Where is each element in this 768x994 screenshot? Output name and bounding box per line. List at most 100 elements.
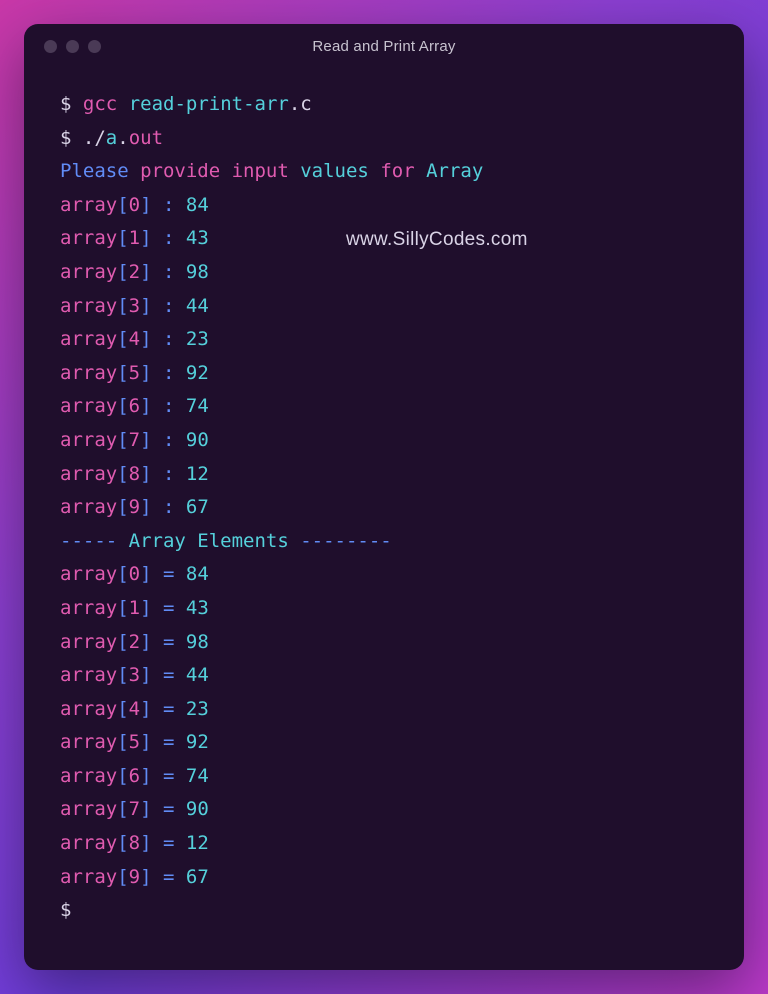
bracket-close: ] xyxy=(140,429,151,451)
window-title: Read and Print Array xyxy=(24,38,744,55)
dot-slash: ./ xyxy=(83,127,106,149)
array-keyword: array xyxy=(60,597,117,619)
array-value: 90 xyxy=(186,429,209,451)
array-index: 5 xyxy=(129,362,140,384)
command-line-2: $ ./a.out xyxy=(60,122,708,156)
bracket-open: [ xyxy=(117,597,128,619)
array-keyword: array xyxy=(60,395,117,417)
array-index: 9 xyxy=(129,866,140,888)
separator: = xyxy=(152,664,186,686)
bracket-close: ] xyxy=(140,832,151,854)
separator: : xyxy=(152,227,186,249)
array-line: array[6] = 74 xyxy=(60,760,708,794)
array-line: array[6] : 74 xyxy=(60,390,708,424)
bracket-open: [ xyxy=(117,765,128,787)
bracket-close: ] xyxy=(140,597,151,619)
separator: = xyxy=(152,832,186,854)
bracket-open: [ xyxy=(117,563,128,585)
bracket-close: ] xyxy=(140,295,151,317)
bracket-close: ] xyxy=(140,664,151,686)
bracket-open: [ xyxy=(117,295,128,317)
separator: : xyxy=(152,194,186,216)
titlebar: Read and Print Array xyxy=(24,24,744,68)
bracket-open: [ xyxy=(117,328,128,350)
array-value: 90 xyxy=(186,798,209,820)
bracket-open: [ xyxy=(117,227,128,249)
array-value: 84 xyxy=(186,563,209,585)
array-value: 98 xyxy=(186,261,209,283)
bracket-open: [ xyxy=(117,698,128,720)
bracket-close: ] xyxy=(140,328,151,350)
array-line: array[4] = 23 xyxy=(60,693,708,727)
terminal-content[interactable]: www.SillyCodes.com $ gcc read-print-arr.… xyxy=(24,68,744,970)
array-index: 6 xyxy=(129,395,140,417)
separator: = xyxy=(152,731,186,753)
array-keyword: array xyxy=(60,295,117,317)
prompt-symbol: $ xyxy=(60,127,71,149)
bracket-close: ] xyxy=(140,261,151,283)
array-line: array[2] : 98 xyxy=(60,256,708,290)
array-keyword: array xyxy=(60,631,117,653)
array-value: 74 xyxy=(186,395,209,417)
bracket-close: ] xyxy=(140,765,151,787)
array-index: 3 xyxy=(129,664,140,686)
maximize-icon[interactable] xyxy=(88,40,101,53)
close-icon[interactable] xyxy=(44,40,57,53)
array-line: array[8] : 12 xyxy=(60,458,708,492)
array-index: 4 xyxy=(129,698,140,720)
array-value: 23 xyxy=(186,698,209,720)
minimize-icon[interactable] xyxy=(66,40,79,53)
array-keyword: array xyxy=(60,765,117,787)
array-keyword: array xyxy=(60,866,117,888)
separator: = xyxy=(152,563,186,585)
array-line: array[9] : 67 xyxy=(60,491,708,525)
array-value: 98 xyxy=(186,631,209,653)
watermark-text: www.SillyCodes.com xyxy=(346,223,528,257)
separator: : xyxy=(152,463,186,485)
array-value: 44 xyxy=(186,664,209,686)
divider-line: ----- Array Elements -------- xyxy=(60,525,708,559)
separator: = xyxy=(152,765,186,787)
bracket-close: ] xyxy=(140,798,151,820)
prompt-symbol: $ xyxy=(60,899,71,921)
prompt-symbol: $ xyxy=(60,93,71,115)
array-keyword: array xyxy=(60,698,117,720)
array-value: 44 xyxy=(186,295,209,317)
bracket-open: [ xyxy=(117,664,128,686)
array-index: 6 xyxy=(129,765,140,787)
bracket-open: [ xyxy=(117,798,128,820)
array-index: 8 xyxy=(129,463,140,485)
bracket-close: ] xyxy=(140,563,151,585)
separator: : xyxy=(152,295,186,317)
array-line: array[5] = 92 xyxy=(60,726,708,760)
array-index: 1 xyxy=(129,227,140,249)
array-index: 9 xyxy=(129,496,140,518)
executable-name: a xyxy=(106,127,117,149)
array-index: 2 xyxy=(129,261,140,283)
executable-ext: out xyxy=(129,127,163,149)
bracket-close: ] xyxy=(140,463,151,485)
array-line: array[3] : 44 xyxy=(60,290,708,324)
separator: = xyxy=(152,597,186,619)
array-line: array[9] = 67 xyxy=(60,861,708,895)
array-index: 5 xyxy=(129,731,140,753)
array-value: 12 xyxy=(186,832,209,854)
array-value: 74 xyxy=(186,765,209,787)
array-keyword: array xyxy=(60,194,117,216)
array-line: array[5] : 92 xyxy=(60,357,708,391)
bracket-close: ] xyxy=(140,866,151,888)
terminal-window: Read and Print Array www.SillyCodes.com … xyxy=(24,24,744,970)
array-keyword: array xyxy=(60,563,117,585)
array-line: array[0] = 84 xyxy=(60,558,708,592)
array-value: 43 xyxy=(186,227,209,249)
array-value: 92 xyxy=(186,731,209,753)
bracket-open: [ xyxy=(117,731,128,753)
bracket-close: ] xyxy=(140,631,151,653)
array-keyword: array xyxy=(60,227,117,249)
bracket-close: ] xyxy=(140,362,151,384)
array-value: 23 xyxy=(186,328,209,350)
array-value: 92 xyxy=(186,362,209,384)
array-line: array[3] = 44 xyxy=(60,659,708,693)
array-value: 12 xyxy=(186,463,209,485)
bracket-open: [ xyxy=(117,194,128,216)
